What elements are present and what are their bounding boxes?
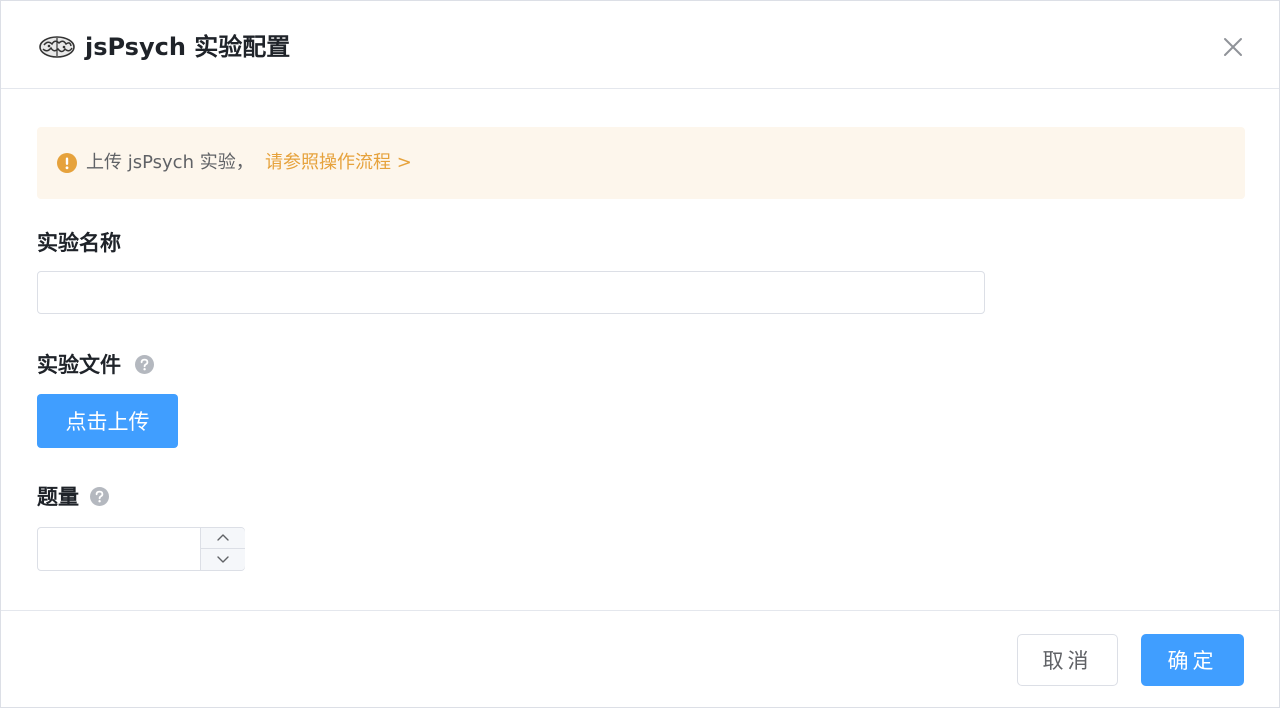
question-circle-icon[interactable] bbox=[90, 487, 109, 506]
alert-text: 上传 jsPsych 实验， bbox=[86, 152, 254, 173]
question-count-label: 题量 bbox=[37, 485, 79, 509]
upload-button[interactable]: 点击上传 bbox=[37, 394, 178, 448]
experiment-name-label: 实验名称 bbox=[37, 231, 121, 255]
operation-guide-link[interactable]: 请参照操作流程 > bbox=[265, 150, 412, 176]
dialog-title: jsPsych 实验配置 bbox=[85, 33, 291, 61]
experiment-name-input[interactable] bbox=[37, 271, 985, 314]
dialog-body: 上传 jsPsych 实验， 请参照操作流程 > 实验名称 实验文件 点击上传 … bbox=[1, 89, 1279, 609]
decrease-button[interactable] bbox=[201, 549, 245, 570]
dialog-footer: 取消 确定 bbox=[1, 610, 1279, 708]
experiment-file-label: 实验文件 bbox=[37, 353, 121, 377]
question-circle-icon[interactable] bbox=[135, 355, 154, 374]
jspsych-config-dialog: jsPsych 实验配置 上传 jsPsych 实验， 请参照操作流程 > 实验… bbox=[0, 0, 1280, 708]
dialog-header: jsPsych 实验配置 bbox=[1, 1, 1279, 89]
question-count-stepper bbox=[37, 527, 245, 571]
close-button[interactable] bbox=[1219, 33, 1247, 61]
question-count-input[interactable] bbox=[38, 528, 200, 570]
confirm-button[interactable]: 确定 bbox=[1141, 634, 1244, 686]
warning-alert: 上传 jsPsych 实验， 请参照操作流程 > bbox=[37, 127, 1245, 199]
chevron-up-icon bbox=[217, 534, 229, 541]
increase-button[interactable] bbox=[201, 528, 245, 549]
close-icon bbox=[1224, 38, 1242, 56]
brain-icon bbox=[39, 36, 75, 58]
cancel-button[interactable]: 取消 bbox=[1017, 634, 1118, 686]
chevron-down-icon bbox=[217, 556, 229, 563]
warning-circle-icon bbox=[57, 153, 77, 173]
stepper-controls bbox=[200, 528, 245, 570]
